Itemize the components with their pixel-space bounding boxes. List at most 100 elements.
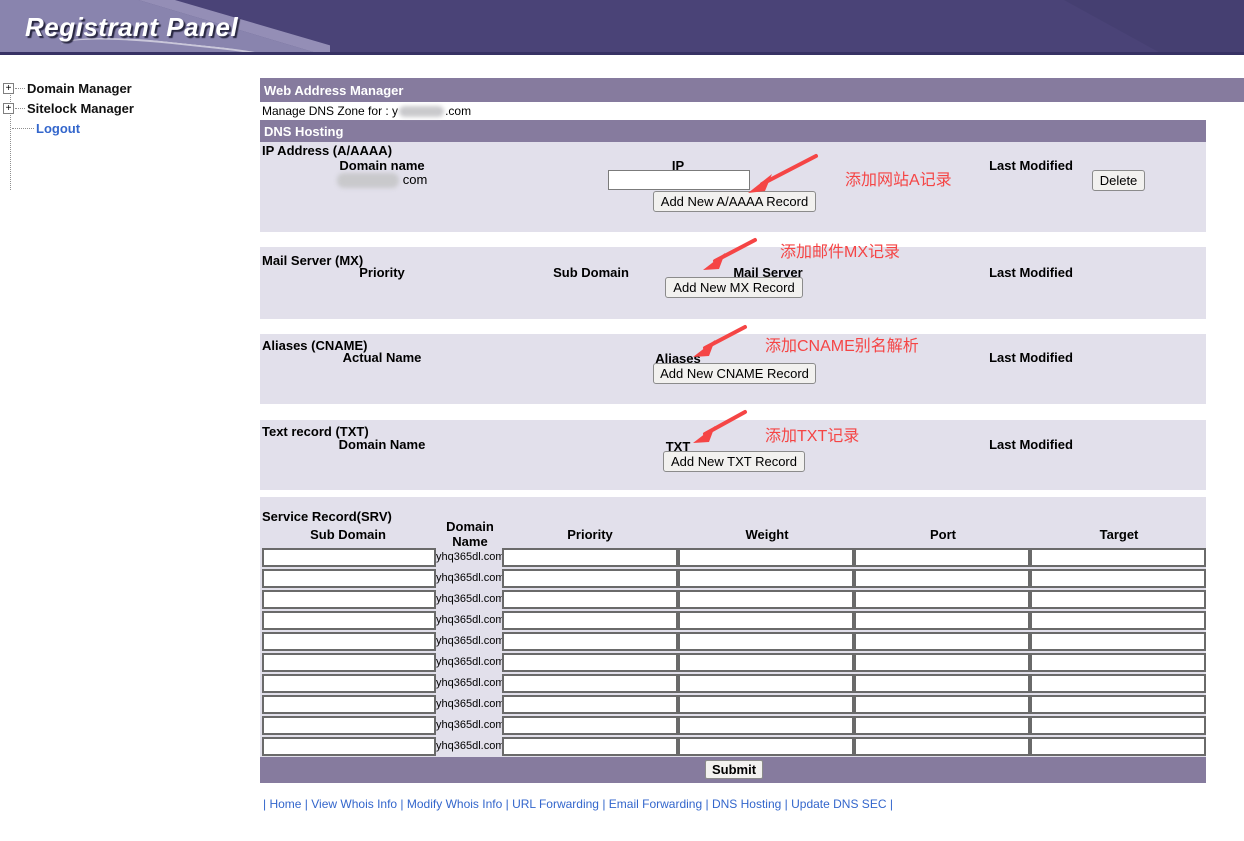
tree-connector — [15, 108, 25, 109]
srv-port-input[interactable] — [854, 611, 1030, 630]
app-header: Registrant Panel — [0, 0, 1244, 55]
dns-hosting-bar: DNS Hosting — [260, 120, 1206, 142]
sidebar-item-label[interactable]: Sitelock Manager — [27, 101, 134, 116]
srv-domain-name: yhq365dl.com — [436, 652, 502, 673]
srv-sub-domain-input[interactable] — [262, 716, 436, 735]
sidebar-item-sitelock-manager[interactable]: + Sitelock Manager — [3, 98, 255, 118]
srv-priority-input[interactable] — [502, 590, 678, 609]
sidebar-item-logout[interactable]: Logout — [3, 118, 255, 138]
srv-port-input[interactable] — [854, 716, 1030, 735]
srv-target-input[interactable] — [1030, 737, 1206, 756]
redacted-domain-blur — [399, 106, 444, 117]
srv-priority-input[interactable] — [502, 632, 678, 651]
srv-weight-input[interactable] — [678, 611, 854, 630]
srv-sub-domain-input[interactable] — [262, 653, 436, 672]
srv-target-input[interactable] — [1030, 632, 1206, 651]
srv-record-section: Service Record(SRV) Sub Domain Domain Na… — [260, 497, 1206, 783]
srv-row: yhq365dl.com — [260, 673, 1206, 694]
srv-weight-input[interactable] — [678, 737, 854, 756]
footer-links: | Home | View Whois Info | Modify Whois … — [260, 797, 1244, 811]
srv-domain-name: yhq365dl.com — [436, 715, 502, 736]
srv-port-input[interactable] — [854, 737, 1030, 756]
srv-sub-domain-input[interactable] — [262, 611, 436, 630]
srv-priority-input[interactable] — [502, 716, 678, 735]
srv-sub-domain-input[interactable] — [262, 737, 436, 756]
footer-separator: | — [702, 797, 712, 811]
footer-link-url-forwarding[interactable]: URL Forwarding — [512, 797, 599, 811]
srv-weight-input[interactable] — [678, 632, 854, 651]
expand-plus-icon[interactable]: + — [3, 103, 14, 114]
logout-link[interactable]: Logout — [36, 121, 80, 136]
srv-target-input[interactable] — [1030, 569, 1206, 588]
srv-port-input[interactable] — [854, 632, 1030, 651]
srv-target-input[interactable] — [1030, 716, 1206, 735]
srv-sub-domain-input[interactable] — [262, 674, 436, 693]
srv-weight-input[interactable] — [678, 716, 854, 735]
srv-target-input[interactable] — [1030, 611, 1206, 630]
srv-port-input[interactable] — [854, 695, 1030, 714]
srv-weight-input[interactable] — [678, 695, 854, 714]
footer-link-modify-whois-info[interactable]: Modify Whois Info — [407, 797, 502, 811]
tree-connector — [12, 128, 34, 129]
srv-sub-domain-input[interactable] — [262, 548, 436, 567]
srv-domain-name: yhq365dl.com — [436, 547, 502, 568]
srv-sub-domain-input[interactable] — [262, 632, 436, 651]
srv-domain-name: yhq365dl.com — [436, 673, 502, 694]
header-decoration — [844, 0, 1244, 55]
srv-section-title: Service Record(SRV) — [262, 509, 392, 524]
a-record-annotation: 添加网站A记录 — [845, 166, 952, 190]
srv-target-input[interactable] — [1030, 695, 1206, 714]
web-address-manager-bar: Web Address Manager — [260, 78, 1244, 102]
srv-priority-input[interactable] — [502, 653, 678, 672]
srv-weight-input[interactable] — [678, 569, 854, 588]
srv-row: yhq365dl.com — [260, 715, 1206, 736]
srv-priority-input[interactable] — [502, 548, 678, 567]
srv-priority-input[interactable] — [502, 674, 678, 693]
footer-separator: | — [301, 797, 311, 811]
srv-weight-input[interactable] — [678, 548, 854, 567]
sidebar-item-domain-manager[interactable]: + Domain Manager — [3, 78, 255, 98]
srv-sub-domain-input[interactable] — [262, 695, 436, 714]
delete-a-record-button[interactable]: Delete — [1092, 170, 1145, 191]
web-address-manager-title: Web Address Manager — [264, 83, 403, 98]
footer-link-dns-hosting[interactable]: DNS Hosting — [712, 797, 781, 811]
footer-link-email-forwarding[interactable]: Email Forwarding — [609, 797, 702, 811]
cname-last-modified-header: Last Modified — [931, 350, 1131, 365]
footer-link-update-dns-sec[interactable]: Update DNS SEC — [791, 797, 886, 811]
add-a-record-button[interactable]: Add New A/AAAA Record — [653, 191, 816, 212]
srv-priority-input[interactable] — [502, 569, 678, 588]
srv-port-input[interactable] — [854, 590, 1030, 609]
srv-priority-input[interactable] — [502, 611, 678, 630]
srv-priority-input[interactable] — [502, 695, 678, 714]
footer-separator: | — [599, 797, 609, 811]
srv-port-input[interactable] — [854, 548, 1030, 567]
srv-target-input[interactable] — [1030, 590, 1206, 609]
srv-port-input[interactable] — [854, 653, 1030, 672]
a-domain-value-suffix: com — [403, 172, 428, 187]
add-cname-record-button[interactable]: Add New CNAME Record — [653, 363, 816, 384]
srv-sub-domain-input[interactable] — [262, 569, 436, 588]
sidebar-item-label[interactable]: Domain Manager — [27, 81, 132, 96]
mx-last-modified-header: Last Modified — [931, 265, 1131, 280]
footer-separator: | — [781, 797, 791, 811]
srv-priority-input[interactable] — [502, 737, 678, 756]
footer-link-home[interactable]: Home — [269, 797, 301, 811]
srv-target-input[interactable] — [1030, 548, 1206, 567]
srv-weight-input[interactable] — [678, 674, 854, 693]
expand-plus-icon[interactable]: + — [3, 83, 14, 94]
add-txt-record-button[interactable]: Add New TXT Record — [663, 451, 805, 472]
srv-target-input[interactable] — [1030, 674, 1206, 693]
srv-domain-name: yhq365dl.com — [436, 694, 502, 715]
submit-button[interactable]: Submit — [705, 760, 763, 779]
srv-port-input[interactable] — [854, 674, 1030, 693]
add-mx-record-button[interactable]: Add New MX Record — [665, 277, 803, 298]
srv-weight-input[interactable] — [678, 590, 854, 609]
srv-weight-input[interactable] — [678, 653, 854, 672]
a-ip-input[interactable] — [608, 170, 750, 190]
manage-zone-text-suffix: .com — [445, 104, 471, 118]
srv-row: yhq365dl.com — [260, 694, 1206, 715]
srv-target-input[interactable] — [1030, 653, 1206, 672]
srv-sub-domain-input[interactable] — [262, 590, 436, 609]
srv-port-input[interactable] — [854, 569, 1030, 588]
footer-link-view-whois-info[interactable]: View Whois Info — [311, 797, 397, 811]
